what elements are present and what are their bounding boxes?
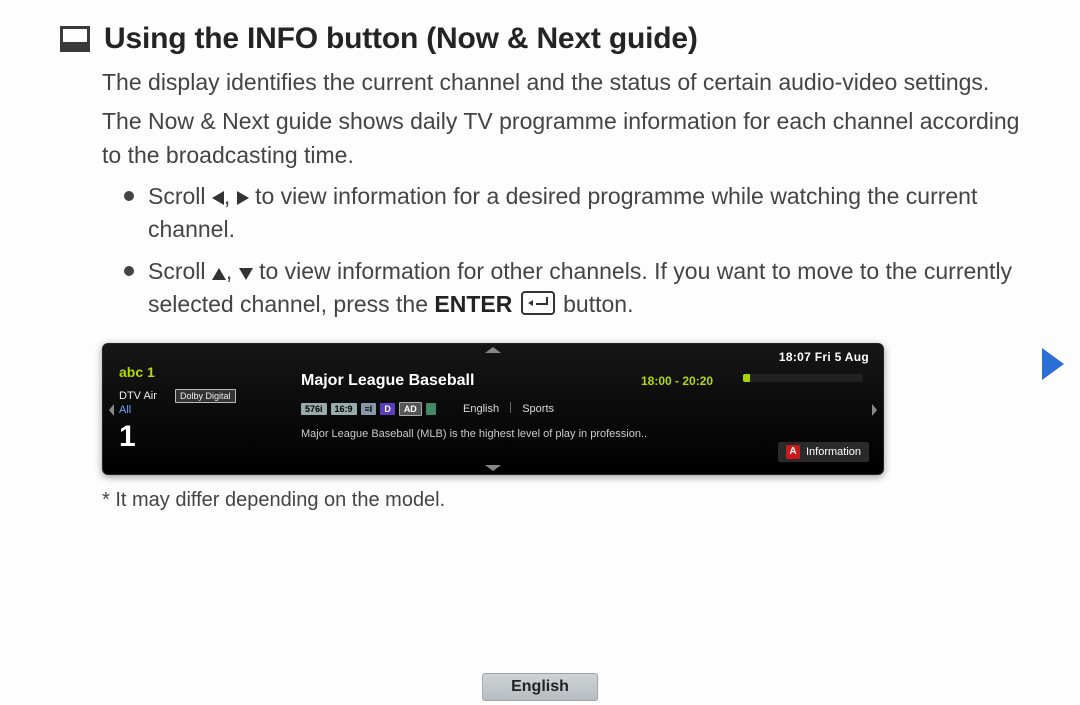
- data-badge: D: [380, 403, 395, 415]
- enter-label: ENTER: [434, 291, 512, 317]
- enter-icon: [521, 291, 555, 315]
- all-label: All: [119, 404, 131, 416]
- banner-scroll-down-icon[interactable]: [485, 465, 501, 471]
- program-title: Major League Baseball: [301, 372, 474, 390]
- language-genre: English Sports: [463, 402, 554, 415]
- bullet2-text-a: Scroll: [148, 258, 212, 284]
- signal-badge: DTV Air: [119, 389, 161, 403]
- bullet-scroll-ud: Scroll , to view information for other c…: [124, 255, 1020, 322]
- audio-description-badge: AD: [399, 402, 422, 416]
- hoh-badge: [426, 403, 437, 415]
- bullet1-text-a: Scroll: [148, 183, 212, 209]
- color-button-a: A: [786, 445, 800, 459]
- section-icon: [60, 26, 90, 52]
- footnote: * It may differ depending on the model.: [102, 489, 1020, 512]
- information-label: Information: [806, 446, 861, 458]
- bullet2-text-c: button.: [563, 291, 633, 317]
- resolution-badge: 576i: [301, 403, 327, 415]
- bullet-scroll-lr: Scroll , to view information for a desir…: [124, 180, 1020, 247]
- banner-scroll-right-icon[interactable]: [872, 404, 877, 416]
- page-next-button[interactable]: [1042, 348, 1064, 380]
- program-description: Major League Baseball (MLB) is the highe…: [301, 428, 703, 440]
- arrow-up-icon: [212, 268, 226, 280]
- arrow-left-icon: [212, 191, 224, 205]
- program-time: 18:00 - 20:20: [641, 374, 713, 388]
- banner-scroll-left-icon[interactable]: [109, 404, 114, 416]
- page-title: Using the INFO button (Now & Next guide): [104, 22, 698, 56]
- banner-scroll-up-icon[interactable]: [485, 347, 501, 353]
- channel-name: abc 1: [119, 364, 155, 380]
- intro-paragraph-1: The display identifies the current chann…: [102, 66, 1020, 99]
- footer-language-tab[interactable]: English: [482, 673, 598, 701]
- dolby-badge: Dolby Digital: [175, 389, 236, 403]
- channel-number: 1: [119, 420, 136, 454]
- clock: 18:07 Fri 5 Aug: [779, 350, 869, 364]
- audio-language: English: [463, 403, 499, 415]
- aspect-badge: 16:9: [331, 403, 357, 415]
- teletext-badge: ≡I: [361, 403, 377, 415]
- now-next-banner: 18:07 Fri 5 Aug abc 1 DTV Air Dolby Digi…: [102, 343, 884, 475]
- intro-paragraph-2: The Now & Next guide shows daily TV prog…: [102, 105, 1020, 172]
- genre: Sports: [522, 403, 554, 415]
- stream-badges: 576i 16:9 ≡I D AD: [301, 402, 436, 416]
- information-hint[interactable]: A Information: [778, 442, 869, 462]
- progress-bar: [743, 374, 863, 382]
- arrow-down-icon: [239, 268, 253, 280]
- arrow-right-icon: [237, 191, 249, 205]
- bullet1-text-b: to view information for a desired progra…: [148, 183, 977, 242]
